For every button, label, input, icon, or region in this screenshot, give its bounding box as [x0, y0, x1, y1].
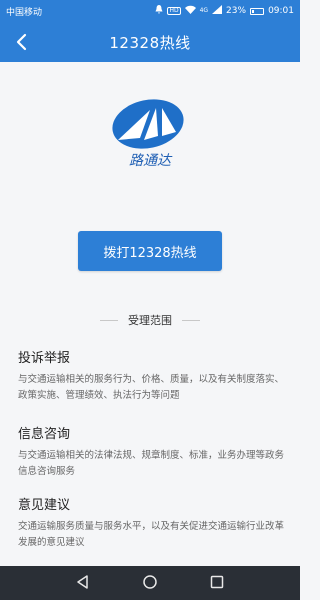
scope-item-description: 与交通运输相关的服务行为、价格、质量，以及有关制度落实、政策实施、管理绩效、执法… — [18, 374, 285, 401]
logo-text: 路通达 — [129, 153, 173, 169]
scope-item-complaint: 投诉举报 与交通运输相关的服务行为、价格、质量，以及有关制度落实、政策实施、管理… — [18, 347, 284, 404]
carrier-label: 中国移动 — [6, 7, 43, 18]
status-icons: HD 4G 23% 09:01 — [155, 5, 294, 17]
signal-4g-label: 4G — [199, 7, 209, 14]
scope-item-title: 信息咨询 — [18, 427, 71, 442]
scope-item-consultation: 信息咨询 与交通运输相关的法律法规、规章制度、标准，业务办理等政务信息咨询服务 — [18, 423, 284, 480]
scope-item-description: 交通运输服务质量与服务水平，以及有关促进交通运输行业改革发展的意见建议 — [18, 521, 285, 548]
system-nav-bar — [0, 566, 300, 600]
dial-hotline-label: 拨打12328热线 — [103, 245, 197, 261]
scope-item-title: 意见建议 — [18, 498, 71, 513]
battery-percent: 23% — [226, 6, 247, 16]
chevron-left-icon — [16, 33, 27, 51]
scope-item-title: 投诉举报 — [18, 351, 71, 366]
dial-hotline-button[interactable]: 拨打12328热线 — [78, 231, 222, 271]
app-header: 12328热线 — [0, 22, 300, 62]
scope-section-title: 受理范围 — [0, 312, 300, 328]
scope-item-description: 与交通运输相关的法律法规、规章制度、标准，业务办理等政务信息咨询服务 — [18, 450, 285, 477]
page-title: 12328热线 — [109, 33, 191, 52]
divider-right — [182, 319, 200, 321]
wifi-icon — [184, 5, 196, 17]
battery-icon — [250, 7, 265, 15]
notification-icon — [155, 5, 163, 17]
nav-recents-icon[interactable] — [210, 574, 224, 593]
signal-icon — [212, 5, 223, 17]
nav-back-icon[interactable] — [76, 574, 90, 593]
hd-badge: HD — [167, 7, 181, 15]
nav-home-icon[interactable] — [143, 574, 157, 593]
app-logo: 路通达 — [100, 92, 200, 172]
back-button[interactable] — [8, 28, 36, 56]
divider-left — [100, 319, 118, 321]
scope-title: 受理范围 — [128, 314, 172, 327]
clock: 09:01 — [268, 6, 294, 16]
status-bar: 中国移动 HD 4G 23% 09:01 — [0, 0, 300, 22]
scope-item-suggestion: 意见建议 交通运输服务质量与服务水平，以及有关促进交通运输行业改革发展的意见建议 — [18, 494, 284, 551]
